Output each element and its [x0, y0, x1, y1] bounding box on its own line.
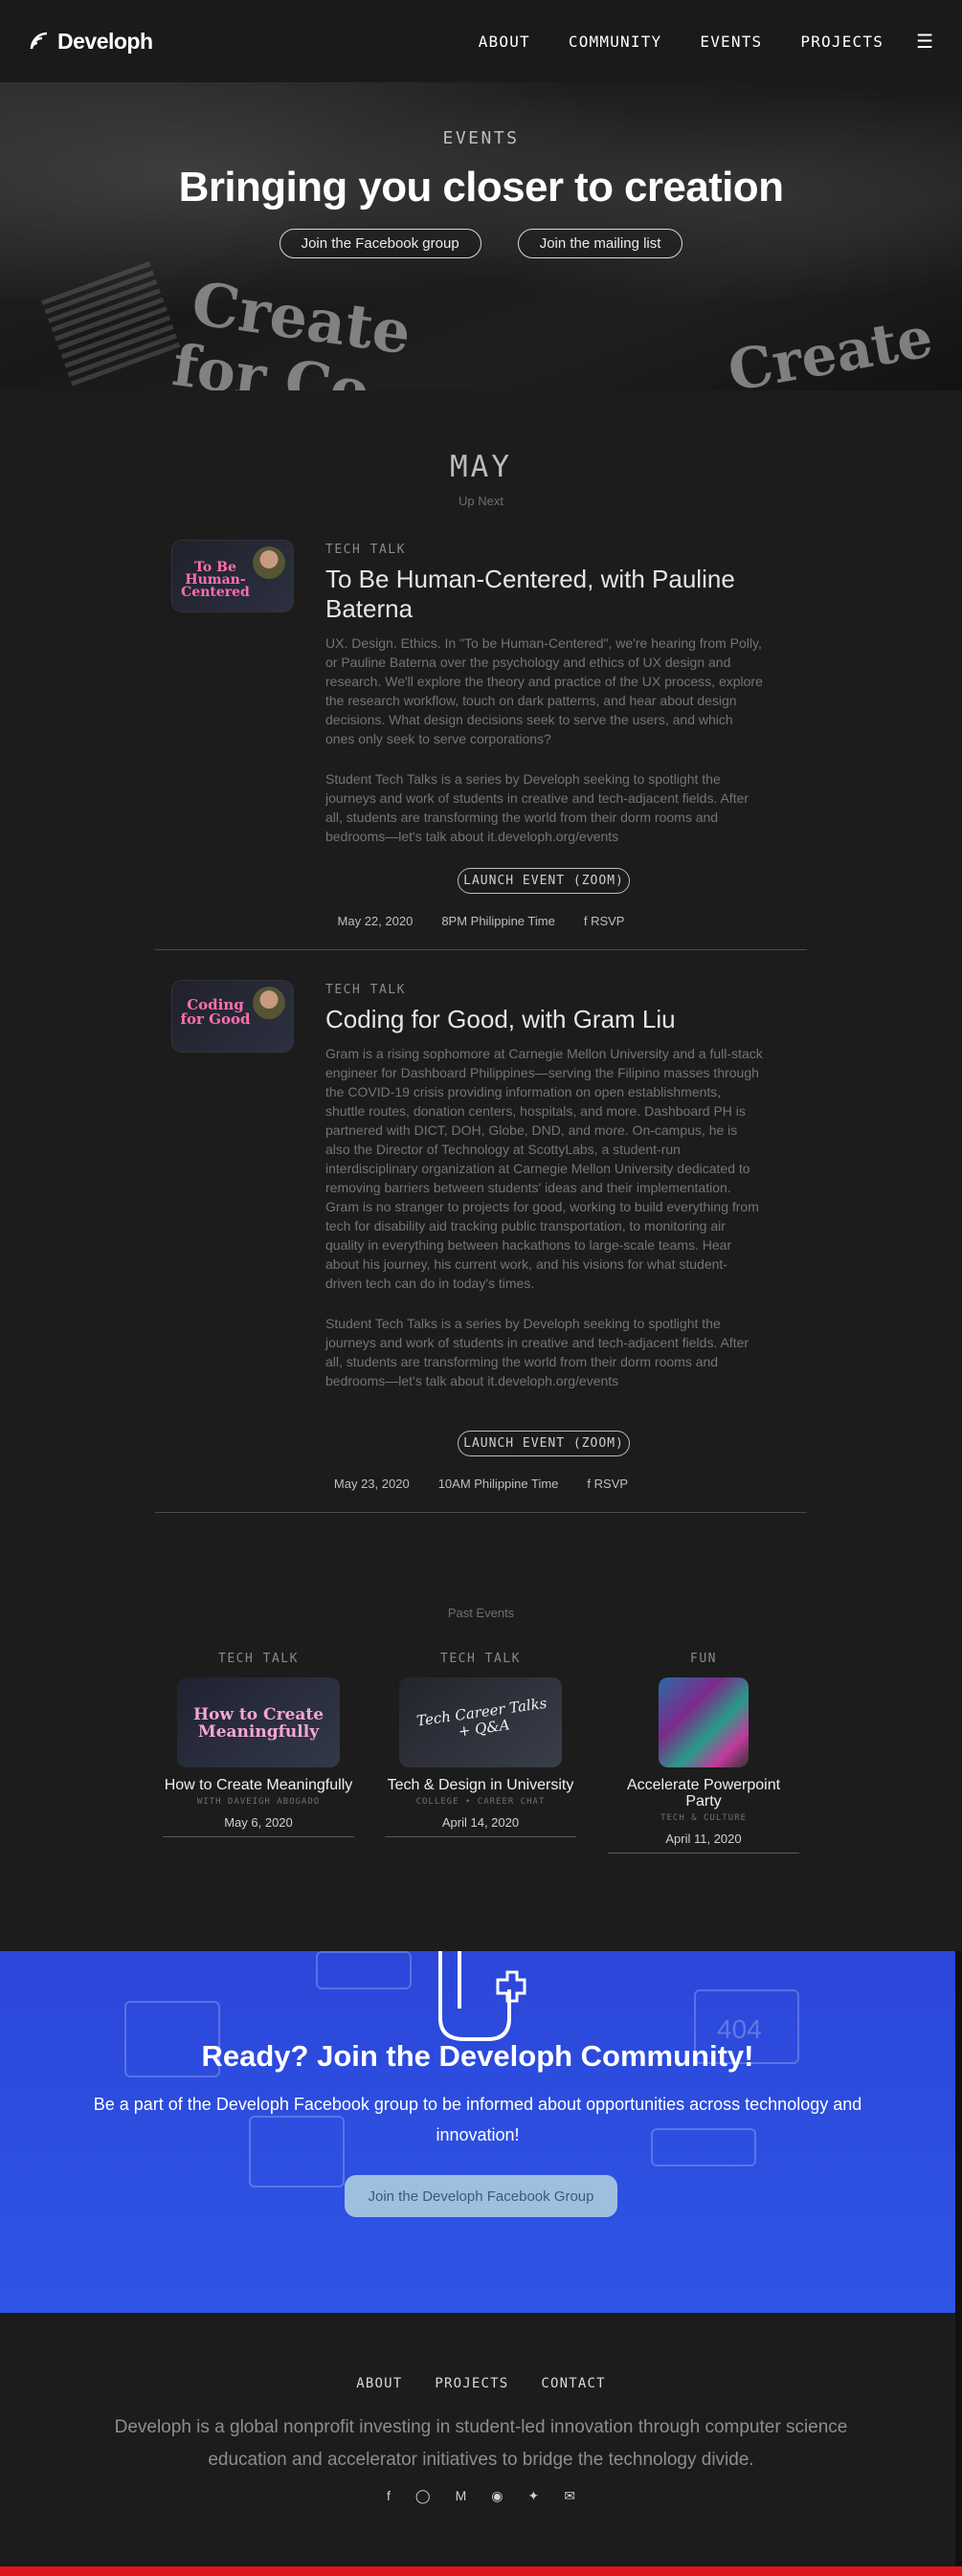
brand-name: Developh [57, 28, 153, 54]
join-mailing-list-button[interactable]: Join the mailing list [517, 229, 683, 258]
nav-link-projects[interactable]: PROJECTS [800, 33, 884, 51]
instagram-icon[interactable]: ◯ [415, 2488, 431, 2504]
hero-buttons: Join the Facebook group Join the mailing… [0, 229, 962, 258]
speaker-photo [253, 546, 285, 579]
up-next-label: Up Next [459, 494, 503, 508]
medium-icon[interactable]: M [456, 2488, 467, 2504]
launch-event-button[interactable]: LAUNCH EVENT (ZOOM) [458, 868, 630, 894]
past-event-thumbnail[interactable] [659, 1677, 749, 1767]
past-event-thumbnail[interactable]: How to Create Meaningfully [177, 1677, 340, 1767]
event-date: May 22, 2020 [337, 914, 414, 928]
nav-link-about[interactable]: ABOUT [479, 33, 530, 51]
page-edge [955, 1951, 962, 2566]
past-event-card[interactable]: FUN Accelerate Powerpoint Party TECH & C… [608, 1652, 799, 1854]
past-event-date: May 6, 2020 [163, 1815, 354, 1837]
past-event-thumbnail[interactable]: Tech Career Talks + Q&A [399, 1677, 562, 1767]
github-icon[interactable]: ◉ [491, 2488, 503, 2504]
past-event-category: TECH TALK [440, 1652, 521, 1666]
past-event-card[interactable]: TECH TALK How to Create Meaningfully How… [163, 1652, 354, 1837]
hero-title: Bringing you closer to creation [178, 164, 784, 211]
event-title: Coding for Good, with Gram Liu [325, 1005, 676, 1033]
event-card: To Be Human-Centered TECH TALK To Be Hum… [155, 541, 807, 938]
bottom-accent-bar [0, 2566, 962, 2576]
event-series-note: Student Tech Talks is a series by Develo… [325, 771, 749, 844]
past-event-title: How to Create Meaningfully [164, 1777, 353, 1793]
menu-icon[interactable]: ☰ [916, 30, 933, 54]
event-date: May 23, 2020 [333, 1477, 410, 1491]
event-card: Coding for Good TECH TALK Coding for Goo… [155, 981, 807, 1498]
past-event-subtitle: TECH & CULTURE [660, 1813, 747, 1823]
cta-title: Ready? Join the Developh Community! [201, 2039, 754, 2073]
event-time: 10AM Philippine Time [437, 1477, 559, 1491]
community-cta: 404 Ready? Join the Developh Community! … [0, 1951, 955, 2313]
nav-link-community[interactable]: COMMUNITY [569, 33, 662, 51]
hero-content: EVENTS Bringing you closer to creation J… [0, 82, 962, 258]
cta-text: Be a part of the Developh Facebook group… [93, 2095, 862, 2144]
past-event-card[interactable]: TECH TALK Tech Career Talks + Q&A Tech &… [385, 1652, 576, 1837]
thumbnail-text: Coding for Good [180, 996, 251, 1028]
past-event-subtitle: WITH DAVEIGH ABOGADO [196, 1797, 321, 1807]
past-event-category: FUN [690, 1652, 717, 1666]
event-meta: May 22, 2020 8PM Philippine Time f RSVP [155, 914, 807, 928]
launch-event-button[interactable]: LAUNCH EVENT (ZOOM) [458, 1431, 630, 1456]
facebook-icon[interactable]: f [387, 2488, 391, 2504]
event-thumbnail[interactable]: To Be Human-Centered [172, 541, 293, 611]
chip-illustration [316, 1951, 412, 1989]
hero-banner: Create for Co Create EVENTS Bringing you… [0, 82, 962, 390]
email-icon[interactable]: ✉ [564, 2488, 575, 2504]
month-heading: MAY [450, 450, 512, 484]
rsvp-link[interactable]: f RSVP [584, 914, 625, 928]
divider [155, 949, 807, 950]
thumbnail-text: Tech Career Talks + Q&A [415, 1694, 548, 1741]
past-event-date: April 11, 2020 [608, 1832, 799, 1854]
social-links: f ◯ M ◉ ✦ ✉ [0, 2488, 962, 2504]
speaker-photo [253, 987, 285, 1019]
facebook-icon: f [587, 1477, 592, 1491]
past-events-heading: Past Events [447, 1606, 515, 1620]
event-body: TECH TALK Coding for Good, with Gram Liu… [325, 983, 764, 1390]
logo-icon [30, 32, 48, 50]
footer-link-about[interactable]: ABOUT [356, 2376, 402, 2391]
join-facebook-group-button[interactable]: Join the Developh Facebook Group [345, 2175, 617, 2217]
brand-logo[interactable]: Developh [29, 29, 153, 55]
footer-link-contact[interactable]: CONTACT [541, 2376, 605, 2391]
event-category: TECH TALK [325, 983, 406, 997]
event-title: To Be Human-Centered, with Pauline Bater… [325, 565, 735, 623]
thumbnail-text: How to Create Meaningfully [192, 1705, 324, 1742]
event-meta: May 23, 2020 10AM Philippine Time f RSVP [155, 1477, 807, 1491]
top-nav: Developh ABOUT COMMUNITY EVENTS PROJECTS… [0, 0, 962, 82]
past-event-title: Accelerate Powerpoint Party [626, 1777, 781, 1810]
rsvp-link[interactable]: f RSVP [587, 1477, 628, 1491]
nav-link-events[interactable]: EVENTS [700, 33, 762, 51]
twitter-icon[interactable]: ✦ [527, 2488, 539, 2504]
event-series-note: Student Tech Talks is a series by Develo… [325, 1316, 749, 1388]
nav-links: ABOUT COMMUNITY EVENTS PROJECTS ☰ [479, 30, 933, 54]
event-description: Gram is a rising sophomore at Carnegie M… [325, 1046, 763, 1291]
hand-pointer-icon [438, 1951, 526, 2041]
event-category: TECH TALK [325, 543, 406, 557]
event-time: 8PM Philippine Time [441, 914, 555, 928]
join-facebook-button[interactable]: Join the Facebook group [279, 229, 481, 258]
past-event-category: TECH TALK [218, 1652, 299, 1666]
facebook-icon: f [583, 914, 588, 928]
thumbnail-text: To Be Human-Centered [181, 560, 250, 600]
footer-link-projects[interactable]: PROJECTS [435, 2376, 508, 2391]
past-event-subtitle: COLLEGE • CAREER CHAT [415, 1797, 546, 1807]
hero-eyebrow: EVENTS [442, 128, 520, 148]
event-description: UX. Design. Ethics. In "To be Human-Cent… [325, 635, 763, 746]
event-thumbnail[interactable]: Coding for Good [172, 981, 293, 1052]
divider [155, 1512, 807, 1513]
footer-links: ABOUT PROJECTS CONTACT [0, 2376, 962, 2391]
past-event-date: April 14, 2020 [385, 1815, 576, 1837]
footer-description: Developh is a global nonprofit investing… [114, 2417, 848, 2470]
past-event-title: Tech & Design in University [387, 1777, 574, 1793]
event-body: TECH TALK To Be Human-Centered, with Pau… [325, 543, 764, 846]
